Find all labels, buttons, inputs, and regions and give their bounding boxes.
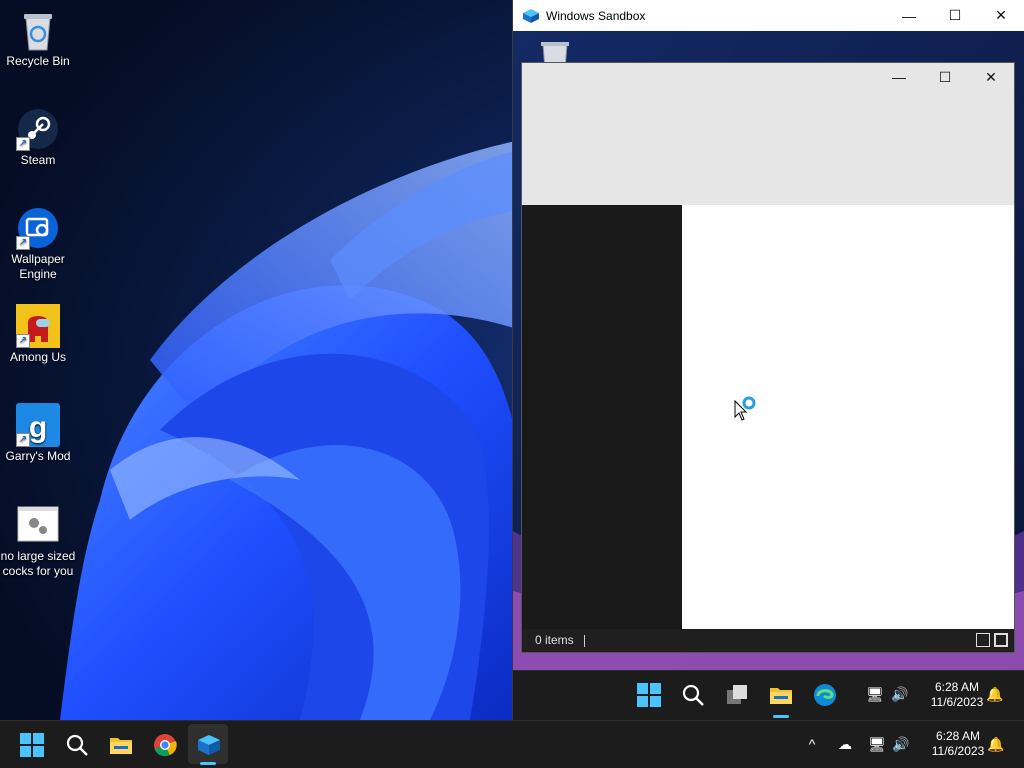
active-indicator — [200, 762, 216, 765]
taskbar: ^ ☁ 🖥 🔊 6:28 AM 11/6/2023 🔔 — [0, 720, 1024, 768]
notification-bell-icon[interactable]: 🔔 — [987, 735, 1005, 753]
file-list-area[interactable] — [682, 205, 1014, 631]
search-icon[interactable] — [63, 731, 91, 759]
desktop-icon-label: Wallpaper Engine — [11, 252, 65, 281]
maximize-button[interactable]: ☐ — [932, 0, 978, 31]
window-title: Windows Sandbox — [546, 8, 646, 23]
sandbox-window[interactable]: Windows Sandbox — ☐ ✕ — ☐ ✕ 0 items 🖥 🔊 … — [512, 0, 1024, 720]
settings-file-icon — [16, 503, 60, 547]
desktop-icon-label: Recycle Bin — [6, 54, 70, 68]
status-bar: 0 items — [522, 629, 1014, 652]
start-icon[interactable] — [18, 731, 46, 759]
volume-icon[interactable]: 🔊 — [892, 735, 910, 753]
taskbar-clock[interactable]: 6:28 AM 11/6/2023 — [920, 729, 996, 759]
sandbox-taskbar: 🖥 🔊 6:28 AM 11/6/2023 🔔 — [513, 670, 1024, 720]
shortcut-arrow-icon: ↗ — [16, 433, 30, 447]
sandbox-desktop[interactable]: — ☐ ✕ 0 items 🖥 🔊 6:28 AM 11/6/2023 🔔 — [513, 31, 1024, 720]
minimize-button[interactable]: — — [876, 63, 922, 91]
chrome-icon[interactable] — [151, 731, 179, 759]
sandbox-titlebar[interactable]: Windows Sandbox — ☐ ✕ — [513, 0, 1024, 31]
onedrive-offline-icon[interactable]: ☁ — [836, 735, 854, 753]
shortcut-arrow-icon: ↗ — [16, 137, 30, 151]
notification-bell-icon[interactable]: 🔔 — [986, 685, 1004, 703]
start-icon[interactable] — [635, 681, 663, 709]
minimize-button[interactable]: — — [886, 0, 932, 31]
item-count: 0 items — [535, 633, 574, 647]
large-icons-view-icon[interactable] — [994, 633, 1008, 647]
desktop-icon-settings-file[interactable]: no large sized cocks for you — [0, 503, 76, 579]
navigation-pane[interactable] — [522, 205, 682, 631]
busy-cursor-icon — [734, 396, 756, 421]
desktop-icon-among-us[interactable]: ↗ Among Us — [0, 304, 76, 365]
file-explorer-icon[interactable] — [107, 731, 135, 759]
wallpaper-engine-icon: ↗ — [16, 206, 60, 250]
desktop-icon-label: Among Us — [9, 350, 67, 364]
desktop-icon-wallpaper-engine[interactable]: ↗ Wallpaper Engine — [0, 206, 76, 282]
shortcut-arrow-icon: ↗ — [16, 236, 30, 250]
steam-icon: ↗ — [16, 107, 60, 151]
desktop-icon-label: no large sized cocks for you — [0, 549, 76, 578]
garrys-mod-icon: g ↗ — [16, 403, 60, 447]
desktop-icon-label: Garry's Mod — [5, 449, 71, 463]
time-text: 6:28 AM — [935, 729, 981, 743]
recycle-bin-icon — [16, 8, 60, 52]
task-view-icon[interactable] — [723, 681, 751, 709]
maximize-button[interactable]: ☐ — [922, 63, 968, 91]
details-view-icon[interactable] — [976, 633, 990, 647]
shortcut-arrow-icon: ↗ — [16, 334, 30, 348]
among-us-icon: ↗ — [16, 304, 60, 348]
network-icon[interactable]: 🖥 — [868, 735, 886, 753]
close-button[interactable]: ✕ — [978, 0, 1024, 31]
edge-icon[interactable] — [811, 681, 839, 709]
desktop-icon-steam[interactable]: ↗ Steam — [0, 107, 76, 168]
active-indicator — [773, 715, 789, 718]
desktop-icon-recycle-bin[interactable]: Recycle Bin — [0, 8, 76, 69]
sandbox-clock[interactable]: 6:28 AM 11/6/2023 — [922, 680, 992, 710]
network-icon[interactable]: 🖥 — [866, 685, 884, 703]
date-text: 11/6/2023 — [930, 695, 984, 709]
windows-sandbox-icon[interactable] — [195, 731, 223, 759]
search-icon[interactable] — [679, 681, 707, 709]
volume-icon[interactable]: 🔊 — [891, 685, 909, 703]
close-button[interactable]: ✕ — [968, 63, 1014, 91]
file-explorer-icon[interactable] — [767, 681, 795, 709]
explorer-titlebar[interactable]: — ☐ ✕ — [522, 63, 1014, 205]
show-hidden-icons-button[interactable]: ^ — [803, 735, 821, 753]
time-text: 6:28 AM — [934, 680, 980, 694]
date-text: 11/6/2023 — [931, 744, 985, 758]
svg-text:g: g — [29, 411, 47, 444]
desktop-icon-label: Steam — [20, 153, 56, 167]
desktop-icon-garrys-mod[interactable]: g ↗ Garry's Mod — [0, 403, 76, 464]
file-explorer-window[interactable]: — ☐ ✕ 0 items — [521, 62, 1015, 653]
windows-sandbox-icon — [523, 8, 539, 23]
